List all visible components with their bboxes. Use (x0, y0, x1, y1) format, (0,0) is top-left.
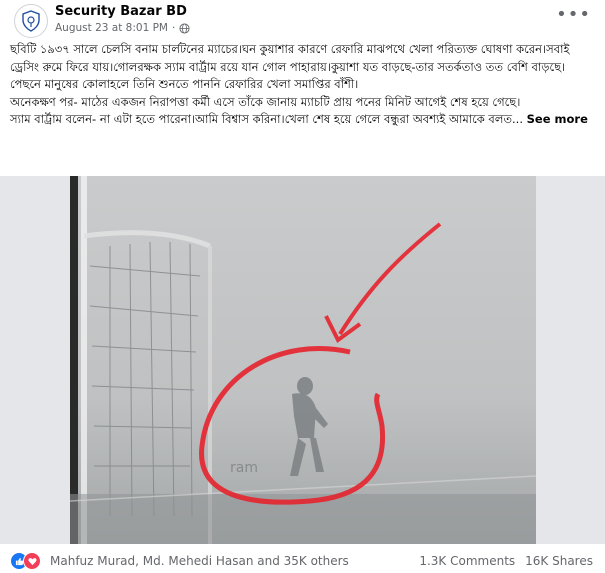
post-media[interactable]: ram (0, 176, 605, 544)
more-options-icon[interactable]: ••• (556, 6, 591, 24)
shares-count[interactable]: 16K Shares (525, 554, 593, 568)
post-timestamp[interactable]: August 23 at 8:01 PM (55, 22, 168, 34)
love-icon (23, 552, 41, 570)
post-meta: August 23 at 8:01 PM · (55, 22, 190, 34)
photo-watermark: ram (230, 460, 258, 476)
shield-logo-icon (22, 10, 40, 32)
post-paragraph-text: স্যাম বার্ট্রাম বলেন- না এটা হতে পারেনা।… (10, 112, 523, 126)
post-paragraph-last: স্যাম বার্ট্রাম বলেন- না এটা হতে পারেনা।… (10, 111, 595, 129)
post-stats: 1.3K Comments 16K Shares (419, 554, 593, 568)
post-paragraph: ছবিটি ১৯৩৭ সালে চেলসি বনাম চার্লটনের ম্য… (10, 42, 570, 91)
reactors-text[interactable]: Mahfuz Murad, Md. Mehedi Hasan and 35K o… (50, 554, 349, 568)
dot-separator: · (171, 22, 176, 34)
foggy-goalkeeper-photo[interactable]: ram (70, 176, 536, 544)
reaction-icons[interactable] (10, 552, 41, 570)
reactions-bar: Mahfuz Murad, Md. Mehedi Hasan and 35K o… (0, 548, 605, 573)
post-paragraph: অনেকক্ষণ পর- মাঠের একজন নিরাপত্তা কর্মী … (10, 94, 521, 109)
globe-icon (179, 22, 190, 34)
comments-count[interactable]: 1.3K Comments (419, 554, 515, 568)
post-header: Security Bazar BD August 23 at 8:01 PM ·… (0, 0, 605, 38)
avatar[interactable] (14, 4, 48, 38)
post-text: ছবিটি ১৯৩৭ সালে চেলসি বনাম চার্লটনের ম্য… (10, 41, 595, 129)
see-more-link[interactable]: See more (527, 112, 588, 126)
page-name[interactable]: Security Bazar BD (55, 4, 187, 19)
